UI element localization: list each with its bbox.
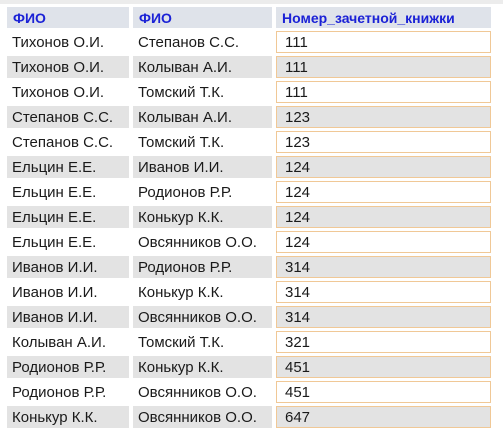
cell-fio-1[interactable]: Ельцин Е.Е. bbox=[7, 231, 129, 253]
cell-record-book-number[interactable]: 314 bbox=[276, 256, 491, 278]
cell-fio-2[interactable]: Конькур К.К. bbox=[133, 356, 272, 378]
table-row[interactable]: Родионов Р.Р. Конькур К.К. 451 bbox=[7, 356, 491, 378]
cell-record-book-number[interactable]: 111 bbox=[276, 31, 491, 53]
cell-record-book-number[interactable]: 314 bbox=[276, 281, 491, 303]
cell-fio-1[interactable]: Степанов С.С. bbox=[7, 106, 129, 128]
table-row[interactable]: Степанов С.С. Колыван А.И. 123 bbox=[7, 106, 491, 128]
column-header-record-book-number[interactable]: Номер_зачетной_книжки bbox=[276, 7, 491, 28]
cell-fio-1[interactable]: Конькур К.К. bbox=[7, 406, 129, 428]
table-row[interactable]: Ельцин Е.Е. Овсянников О.О. 124 bbox=[7, 231, 491, 253]
cell-record-book-number[interactable]: 124 bbox=[276, 231, 491, 253]
cell-record-book-number[interactable]: 124 bbox=[276, 181, 491, 203]
cell-record-book-number[interactable]: 451 bbox=[276, 381, 491, 403]
cell-fio-2[interactable]: Конькур К.К. bbox=[133, 206, 272, 228]
cell-fio-1[interactable]: Тихонов О.И. bbox=[7, 81, 129, 103]
cell-fio-2[interactable]: Колыван А.И. bbox=[133, 106, 272, 128]
column-header-fio-2[interactable]: ФИО bbox=[133, 7, 272, 28]
cell-fio-2[interactable]: Овсянников О.О. bbox=[133, 306, 272, 328]
cell-fio-1[interactable]: Тихонов О.И. bbox=[7, 31, 129, 53]
cell-fio-1[interactable]: Колыван А.И. bbox=[7, 331, 129, 353]
table-row[interactable]: Ельцин Е.Е. Конькур К.К. 124 bbox=[7, 206, 491, 228]
table-header-row: ФИО ФИО Номер_зачетной_книжки bbox=[7, 7, 491, 28]
cell-fio-1[interactable]: Иванов И.И. bbox=[7, 256, 129, 278]
query-result-table: ФИО ФИО Номер_зачетной_книжки Тихонов О.… bbox=[3, 4, 495, 431]
cell-record-book-number[interactable]: 111 bbox=[276, 81, 491, 103]
table-row[interactable]: Иванов И.И. Овсянников О.О. 314 bbox=[7, 306, 491, 328]
cell-fio-2[interactable]: Овсянников О.О. bbox=[133, 406, 272, 428]
cell-fio-1[interactable]: Иванов И.И. bbox=[7, 281, 129, 303]
table-row[interactable]: Ельцин Е.Е. Родионов Р.Р. 124 bbox=[7, 181, 491, 203]
table-row[interactable]: Иванов И.И. Родионов Р.Р. 314 bbox=[7, 256, 491, 278]
table-row[interactable]: Тихонов О.И. Томский Т.К. 111 bbox=[7, 81, 491, 103]
cell-fio-2[interactable]: Овсянников О.О. bbox=[133, 381, 272, 403]
table-row[interactable]: Ельцин Е.Е. Иванов И.И. 124 bbox=[7, 156, 491, 178]
cell-fio-2[interactable]: Томский Т.К. bbox=[133, 331, 272, 353]
cell-fio-2[interactable]: Колыван А.И. bbox=[133, 56, 272, 78]
cell-fio-1[interactable]: Ельцин Е.Е. bbox=[7, 181, 129, 203]
table-row[interactable]: Тихонов О.И. Колыван А.И. 111 bbox=[7, 56, 491, 78]
cell-fio-1[interactable]: Иванов И.И. bbox=[7, 306, 129, 328]
table-row[interactable]: Родионов Р.Р. Овсянников О.О. 451 bbox=[7, 381, 491, 403]
cell-fio-1[interactable]: Тихонов О.И. bbox=[7, 56, 129, 78]
cell-record-book-number[interactable]: 321 bbox=[276, 331, 491, 353]
cell-fio-2[interactable]: Родионов Р.Р. bbox=[133, 256, 272, 278]
cell-fio-1[interactable]: Степанов С.С. bbox=[7, 131, 129, 153]
cell-record-book-number[interactable]: 124 bbox=[276, 206, 491, 228]
cell-record-book-number[interactable]: 111 bbox=[276, 56, 491, 78]
table-row[interactable]: Конькур К.К. Овсянников О.О. 647 bbox=[7, 406, 491, 428]
cell-fio-2[interactable]: Родионов Р.Р. bbox=[133, 181, 272, 203]
cell-fio-2[interactable]: Томский Т.К. bbox=[133, 81, 272, 103]
cell-fio-2[interactable]: Степанов С.С. bbox=[133, 31, 272, 53]
table-row[interactable]: Колыван А.И. Томский Т.К. 321 bbox=[7, 331, 491, 353]
cell-fio-2[interactable]: Овсянников О.О. bbox=[133, 231, 272, 253]
cell-fio-1[interactable]: Родионов Р.Р. bbox=[7, 356, 129, 378]
cell-record-book-number[interactable]: 314 bbox=[276, 306, 491, 328]
table-row[interactable]: Тихонов О.И. Степанов С.С. 111 bbox=[7, 31, 491, 53]
cell-record-book-number[interactable]: 123 bbox=[276, 106, 491, 128]
cell-fio-1[interactable]: Ельцин Е.Е. bbox=[7, 156, 129, 178]
cell-fio-2[interactable]: Томский Т.К. bbox=[133, 131, 272, 153]
cell-record-book-number[interactable]: 451 bbox=[276, 356, 491, 378]
column-header-fio-1[interactable]: ФИО bbox=[7, 7, 129, 28]
cell-fio-1[interactable]: Родионов Р.Р. bbox=[7, 381, 129, 403]
cell-fio-2[interactable]: Иванов И.И. bbox=[133, 156, 272, 178]
cell-fio-2[interactable]: Конькур К.К. bbox=[133, 281, 272, 303]
table-row[interactable]: Степанов С.С. Томский Т.К. 123 bbox=[7, 131, 491, 153]
cell-record-book-number[interactable]: 123 bbox=[276, 131, 491, 153]
table-row[interactable]: Иванов И.И. Конькур К.К. 314 bbox=[7, 281, 491, 303]
cell-fio-1[interactable]: Ельцин Е.Е. bbox=[7, 206, 129, 228]
cell-record-book-number[interactable]: 124 bbox=[276, 156, 491, 178]
cell-record-book-number[interactable]: 647 bbox=[276, 406, 491, 428]
